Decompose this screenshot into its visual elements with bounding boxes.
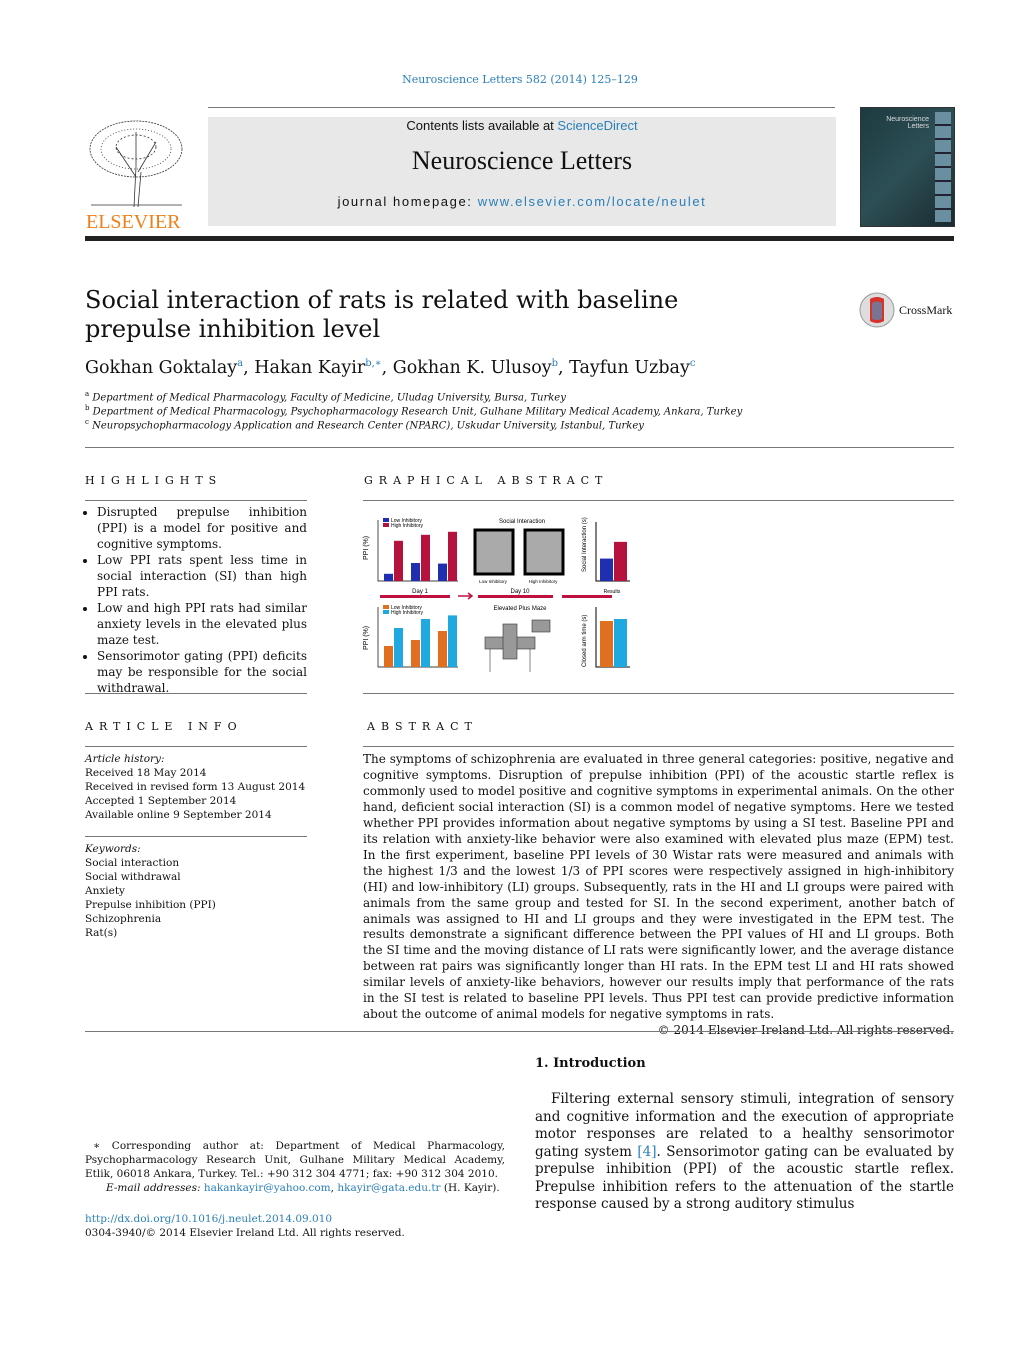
footnote: ∗ Corresponding author at: Department of… bbox=[85, 1140, 505, 1194]
affiliation: b Department of Medical Pharmacology, Ps… bbox=[85, 404, 743, 418]
ppi-axis-label-bottom: PPI (%) bbox=[363, 626, 370, 650]
bar-epm-high bbox=[614, 619, 627, 667]
arrow-icon bbox=[458, 592, 474, 600]
highlight-item: Low PPI rats spent less time in social i… bbox=[97, 552, 307, 600]
affiliation: c Neuropsychopharmacology Application an… bbox=[85, 418, 644, 432]
legend-swatch-high bbox=[383, 523, 389, 527]
results-label: Results bbox=[604, 589, 621, 595]
abstract-text: The symptoms of schizophrenia are evalua… bbox=[363, 752, 954, 1022]
highlight-item: Low and high PPI rats had similar anxiet… bbox=[97, 600, 307, 648]
elsevier-logo[interactable]: ELSEVIER bbox=[86, 117, 186, 233]
email-link[interactable]: hakankayir@yahoo.com bbox=[204, 1182, 331, 1194]
bar-ppi-high bbox=[448, 531, 457, 581]
crossmark-label: CrossMark bbox=[899, 302, 953, 317]
article-page: { "citation":"Neuroscience Letters 582 (… bbox=[0, 0, 1020, 1351]
elsevier-tree-icon bbox=[89, 120, 183, 208]
journal-banner: Contents lists available at ScienceDirec… bbox=[208, 117, 836, 226]
legend-high-bottom: High Inhibitory bbox=[391, 610, 423, 616]
keyword: Rat(s) bbox=[85, 927, 118, 939]
bar-ppi-low bbox=[438, 631, 447, 667]
epm-apparatus-illustration bbox=[484, 619, 551, 672]
bar-ppi-low bbox=[384, 573, 393, 581]
si-axis-label: Social Interaction (s) bbox=[582, 517, 588, 572]
legend-high-top: High Inhibitory bbox=[391, 523, 423, 529]
article-title: Social interaction of rats is related wi… bbox=[85, 286, 679, 343]
bar-epm-low bbox=[600, 621, 613, 667]
author-list: Gokhan Goktalaya, Hakan Kayirb,∗, Gokhan… bbox=[85, 358, 696, 378]
keyword: Schizophrenia bbox=[85, 913, 162, 925]
doi-link[interactable]: http://dx.doi.org/10.1016/j.neulet.2014.… bbox=[85, 1213, 332, 1225]
author-affiliation-sup[interactable]: c bbox=[690, 358, 696, 369]
bar-ppi-high bbox=[394, 628, 403, 667]
contents-label: Contents lists available at bbox=[406, 118, 558, 133]
sciencedirect-link[interactable]: ScienceDirect bbox=[557, 118, 637, 133]
author-affiliation-sup[interactable]: b bbox=[552, 358, 558, 369]
bar-si-high bbox=[614, 541, 627, 581]
keyword: Social interaction bbox=[85, 857, 180, 869]
journal-cover[interactable]: Neuroscience Letters bbox=[860, 107, 955, 227]
article-history: Article history: Received 18 May 2014 Rec… bbox=[85, 753, 306, 821]
ppi-axis-label-top: PPI (%) bbox=[363, 536, 370, 560]
author-affiliation-sup[interactable]: a bbox=[237, 358, 243, 369]
homepage-label: journal homepage: bbox=[337, 194, 478, 209]
legend-swatch-low bbox=[383, 518, 389, 522]
introduction-heading: 1. Introduction bbox=[535, 1056, 646, 1071]
journal-citation[interactable]: Neuroscience Letters 582 (2014) 125–129 bbox=[0, 73, 1020, 86]
author[interactable]: Hakan Kayir bbox=[254, 358, 365, 378]
bar-ppi-high bbox=[421, 534, 430, 581]
author[interactable]: Gokhan K. Ulusoy bbox=[393, 358, 552, 378]
si-label-low: Low Inhibitory bbox=[479, 579, 508, 584]
author[interactable]: Gokhan Goktalay bbox=[85, 358, 237, 378]
abstract-heading: ABSTRACT bbox=[367, 720, 478, 733]
bar-si-low bbox=[600, 558, 613, 581]
si-arena-low bbox=[473, 528, 515, 576]
si-label-high: High Inhibitory bbox=[529, 579, 559, 584]
graphical-abstract-heading: GRAPHICAL ABSTRACT bbox=[364, 474, 609, 487]
highlight-item: Sensorimotor gating (PPI) deficits may b… bbox=[97, 648, 307, 696]
journal-title: Neuroscience Letters bbox=[411, 146, 633, 175]
cover-title: Neuroscience Letters bbox=[886, 116, 929, 130]
highlight-item: Disrupted prepulse inhibition (PPI) is a… bbox=[97, 504, 307, 552]
crossmark-icon bbox=[859, 292, 895, 328]
homepage-link[interactable]: www.elsevier.com/locate/neulet bbox=[478, 194, 707, 209]
highlights-list: Disrupted prepulse inhibition (PPI) is a… bbox=[85, 504, 307, 696]
bar-ppi-low bbox=[411, 640, 420, 667]
epm-panel-title: Elevated Plus Maze bbox=[493, 606, 547, 612]
affiliation: a Department of Medical Pharmacology, Fa… bbox=[85, 390, 566, 404]
author-affiliation-sup[interactable]: b,∗ bbox=[365, 358, 381, 369]
bar-ppi-low bbox=[384, 646, 393, 667]
keywords: Keywords: Social interaction Social withd… bbox=[85, 843, 216, 939]
author[interactable]: Tayfun Uzbay bbox=[569, 358, 690, 378]
publisher-name: ELSEVIER bbox=[86, 211, 181, 233]
bar-ppi-high bbox=[394, 540, 403, 581]
graphical-abstract-figure: PPI (%) PPI (%) Low Inhibitory High Inhi… bbox=[363, 517, 630, 672]
email-link[interactable]: hkayir@gata.edu.tr bbox=[337, 1182, 440, 1194]
keyword: Social withdrawal bbox=[85, 871, 181, 883]
keyword: Anxiety bbox=[85, 885, 125, 897]
bar-ppi-high bbox=[448, 615, 457, 667]
si-arena-high bbox=[523, 528, 565, 576]
crossmark-button[interactable]: CrossMark bbox=[858, 291, 952, 329]
day1-label: Day 1 bbox=[412, 589, 428, 595]
issn-copyright: 0304-3940/© 2014 Elsevier Ireland Ltd. A… bbox=[85, 1227, 405, 1239]
legend-swatch-low-bottom bbox=[383, 605, 389, 609]
keyword: Prepulse inhibition (PPI) bbox=[85, 899, 216, 911]
introduction-body: Filtering external sensory stimuli, inte… bbox=[535, 1091, 954, 1212]
day10-label: Day 10 bbox=[510, 589, 530, 595]
highlights-heading: HIGHLIGHTS bbox=[85, 474, 223, 487]
abstract-body: The symptoms of schizophrenia are evalua… bbox=[363, 752, 954, 1039]
article-info-heading: ARTICLE INFO bbox=[85, 720, 243, 733]
reference-link[interactable]: [4] bbox=[637, 1144, 656, 1160]
bar-ppi-high bbox=[421, 619, 430, 667]
epm-axis-label: Closed arm time (s) bbox=[582, 615, 588, 667]
si-panel-title: Social Interaction bbox=[499, 519, 545, 525]
legend-swatch-high-bottom bbox=[383, 610, 389, 614]
bar-ppi-low bbox=[411, 563, 420, 581]
bar-ppi-low bbox=[438, 563, 447, 581]
